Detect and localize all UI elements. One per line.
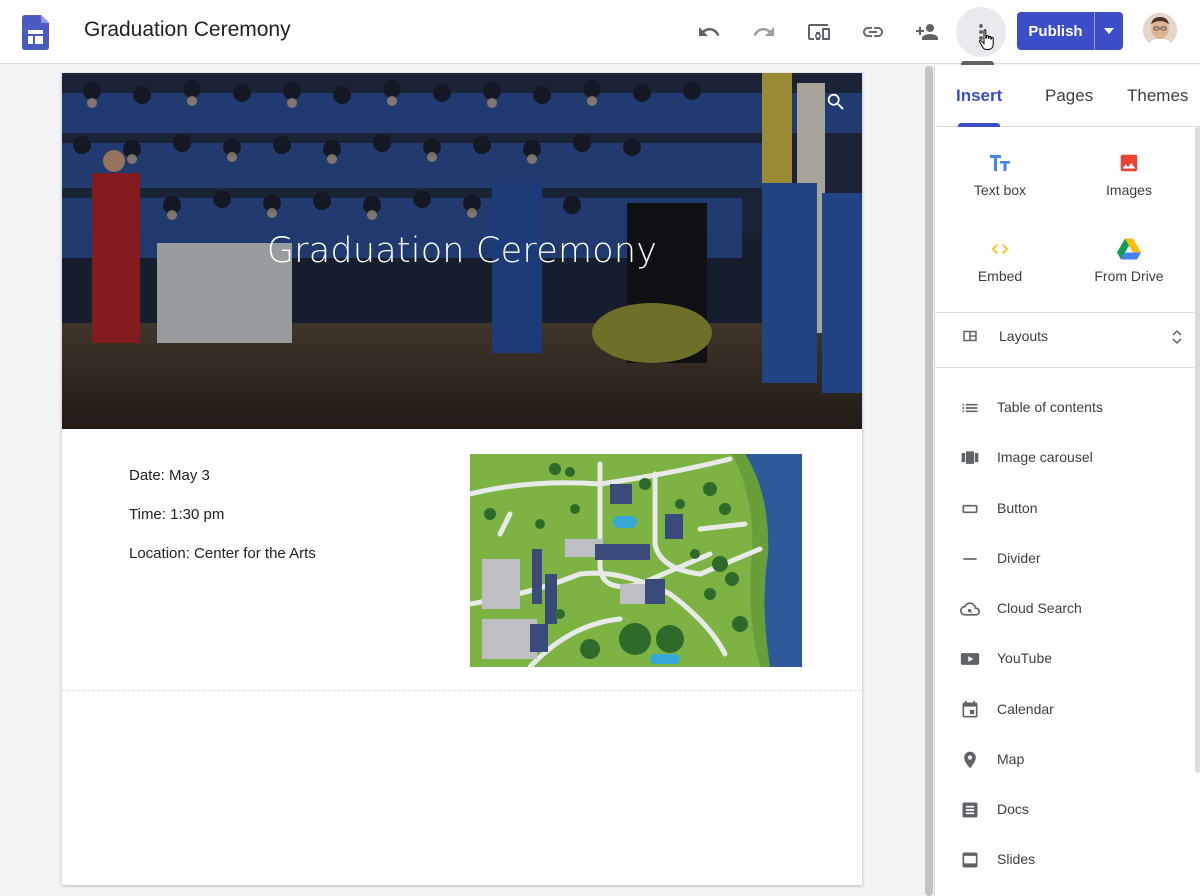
divider-label: Divider bbox=[997, 550, 1041, 566]
layouts-label: Layouts bbox=[999, 328, 1049, 344]
campus-map-illustration bbox=[470, 454, 802, 667]
slides-icon bbox=[962, 852, 978, 868]
undo-icon bbox=[699, 27, 720, 36]
tab-insert[interactable]: Insert bbox=[956, 86, 1002, 106]
embed-label: Embed bbox=[977, 268, 1023, 284]
drive-icon bbox=[1117, 238, 1141, 260]
insert-calendar[interactable]: Calendar bbox=[935, 690, 1195, 730]
publish-button[interactable]: Publish bbox=[1017, 12, 1095, 50]
preview-button[interactable] bbox=[799, 12, 839, 52]
text-box-icon bbox=[990, 155, 1010, 171]
tab-pages[interactable]: Pages bbox=[1045, 86, 1093, 106]
event-date-text[interactable]: Date: May 3 bbox=[129, 467, 210, 484]
account-avatar[interactable] bbox=[1143, 13, 1177, 47]
add-person-icon bbox=[916, 24, 938, 40]
publish-split-button[interactable]: Publish bbox=[1017, 12, 1123, 50]
from-drive-label: From Drive bbox=[1094, 268, 1164, 284]
user-photo-icon bbox=[1143, 13, 1177, 47]
table-of-contents-label: Table of contents bbox=[997, 399, 1103, 415]
copy-link-button[interactable] bbox=[853, 12, 893, 52]
divider-icon bbox=[963, 558, 977, 560]
undo-button[interactable] bbox=[689, 12, 729, 52]
list-icon bbox=[962, 403, 978, 413]
insert-embed[interactable]: Embed bbox=[935, 236, 1065, 284]
calendar-label: Calendar bbox=[997, 701, 1054, 717]
embed-code-icon bbox=[991, 244, 1009, 254]
image-carousel-label: Image carousel bbox=[997, 449, 1093, 465]
insert-map[interactable]: Map bbox=[935, 740, 1195, 780]
insert-youtube[interactable]: YouTube bbox=[935, 639, 1195, 679]
insert-image-carousel[interactable]: Image carousel bbox=[935, 438, 1195, 478]
caret-down-icon bbox=[1104, 28, 1114, 34]
expand-collapse-icon bbox=[1172, 329, 1182, 345]
insert-cloud-search[interactable]: Cloud Search bbox=[935, 589, 1195, 629]
insert-docs[interactable]: Docs bbox=[935, 790, 1195, 830]
section-boundary bbox=[62, 690, 862, 691]
header-banner[interactable]: Graduation Ceremony bbox=[62, 73, 862, 429]
calendar-icon bbox=[962, 700, 978, 718]
link-icon bbox=[863, 27, 883, 37]
event-location-text[interactable]: Location: Center for the Arts bbox=[129, 545, 316, 562]
docs-icon bbox=[962, 802, 978, 818]
insert-divider[interactable]: Divider bbox=[935, 539, 1195, 579]
carousel-icon bbox=[961, 451, 979, 464]
images-label: Images bbox=[1106, 182, 1152, 198]
insert-table-of-contents[interactable]: Table of contents bbox=[935, 388, 1195, 428]
button-icon bbox=[962, 504, 978, 514]
active-tab-indicator bbox=[958, 123, 1000, 127]
cloud-search-label: Cloud Search bbox=[997, 600, 1082, 616]
hand-pointer-cursor-icon bbox=[978, 29, 994, 50]
insert-text-box[interactable]: Text box bbox=[935, 150, 1065, 198]
youtube-label: YouTube bbox=[997, 650, 1053, 666]
event-time-text[interactable]: Time: 1:30 pm bbox=[129, 506, 224, 523]
top-bar: Graduation Ceremony More Publish bbox=[0, 0, 1200, 78]
docs-label: Docs bbox=[997, 801, 1029, 817]
insert-images[interactable]: Images bbox=[1064, 150, 1194, 198]
share-button[interactable] bbox=[907, 12, 947, 52]
tab-themes[interactable]: Themes bbox=[1127, 86, 1188, 106]
site-page-canvas[interactable]: Graduation Ceremony Date: May 3 Time: 1:… bbox=[62, 73, 862, 885]
map-pin-icon bbox=[964, 751, 976, 769]
layouts-icon bbox=[963, 330, 977, 342]
publish-options-dropdown[interactable] bbox=[1095, 12, 1123, 50]
layouts-section-toggle[interactable]: Layouts bbox=[935, 313, 1195, 361]
campus-map-image[interactable] bbox=[470, 454, 802, 667]
text-box-label: Text box bbox=[973, 182, 1027, 198]
preview-devices-icon bbox=[808, 24, 830, 40]
redo-icon bbox=[753, 27, 774, 36]
search-icon[interactable] bbox=[825, 91, 847, 113]
youtube-icon bbox=[960, 653, 980, 665]
image-icon bbox=[1120, 154, 1138, 172]
map-label: Map bbox=[997, 751, 1025, 767]
cloud-search-icon bbox=[960, 602, 980, 616]
panel-scrollbar[interactable] bbox=[1195, 127, 1200, 773]
panel-tabs: Insert Pages Themes bbox=[935, 65, 1200, 127]
banner-title[interactable]: Graduation Ceremony bbox=[62, 231, 862, 271]
site-title[interactable]: Graduation Ceremony bbox=[84, 18, 291, 42]
insert-slides[interactable]: Slides bbox=[935, 840, 1195, 880]
redo-button[interactable] bbox=[744, 12, 784, 52]
insert-button[interactable]: Button bbox=[935, 489, 1195, 529]
slides-label: Slides bbox=[997, 851, 1036, 867]
insert-panel: Insert Pages Themes Text box Images Embe… bbox=[934, 65, 1200, 896]
panel-divider-2 bbox=[935, 367, 1195, 368]
google-sites-logo-icon[interactable] bbox=[22, 15, 49, 50]
insert-from-drive[interactable]: From Drive bbox=[1064, 236, 1194, 284]
canvas-scrollbar[interactable] bbox=[925, 66, 933, 896]
button-label: Button bbox=[997, 500, 1038, 516]
